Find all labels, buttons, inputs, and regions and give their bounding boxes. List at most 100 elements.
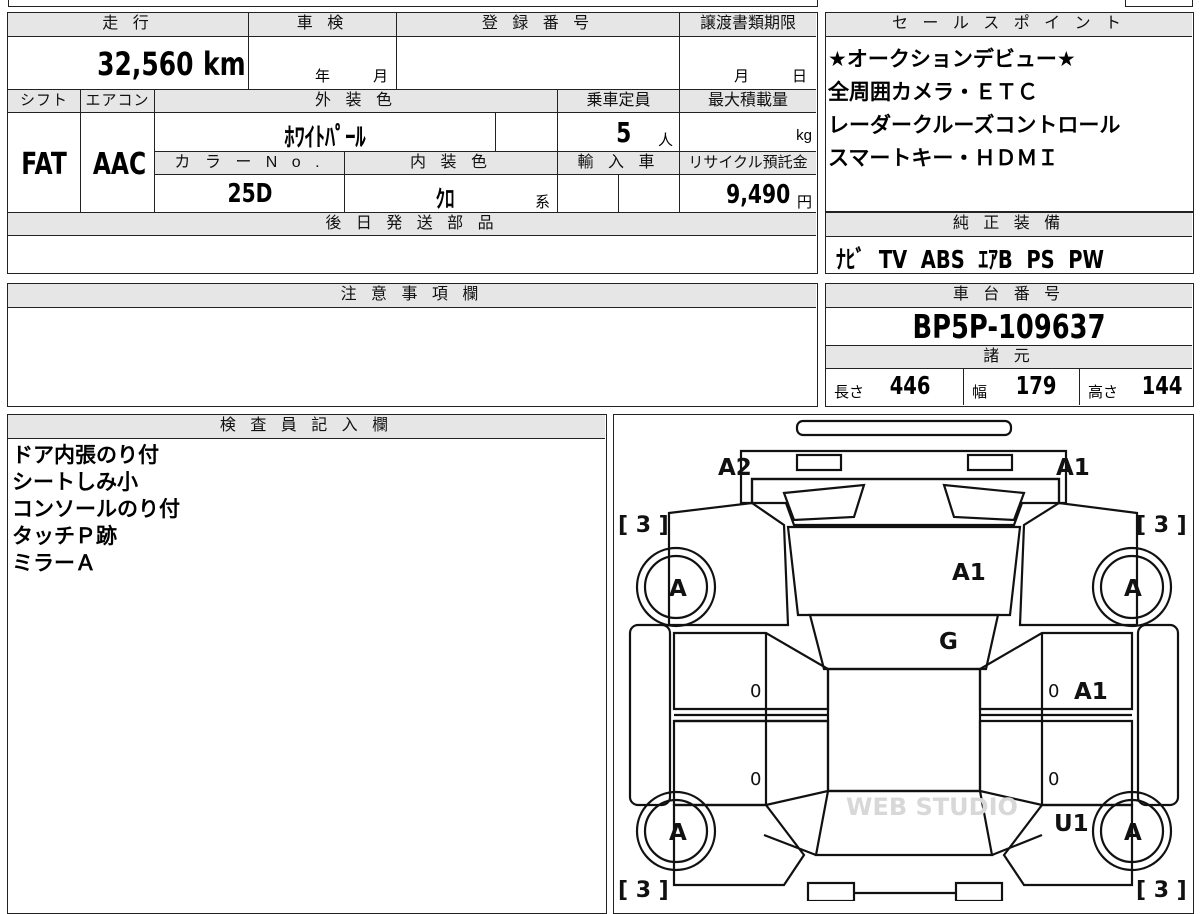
interior-color-value: ｸﾛ [435,185,455,213]
capacity-header: 乗車定員 [558,90,680,113]
mark-tire-rr: A [1124,820,1142,846]
mark-tire-fr: A [1124,576,1142,602]
sales-point-line-3: レーダークルーズコントロール [828,113,1121,137]
rear-bumper-right [954,881,1004,901]
transfer-deadline-header: 譲渡書類期限 [680,13,816,37]
top-strip-right [1125,0,1193,7]
door-left-rear [672,719,830,807]
watermark: WEB STUDIO [846,793,1018,821]
max-load-unit: kg [796,127,812,144]
sales-point-line-1: ★オークションデビュー★ [828,47,1076,71]
top-strip [8,0,818,7]
spec-height-value: 144 [1141,371,1183,400]
cabin [826,667,982,793]
shaken-cell: 年 月 [249,37,397,90]
mark-door-r2: 0 [1048,769,1059,790]
front-fender-right [1018,501,1139,627]
deadline-month-unit: 月 [734,68,750,85]
spec-length-value: 446 [889,371,931,400]
spec-length-label: 長さ [834,384,865,401]
equipment-value: ﾅﾋﾞ TV ABS ｴｱB PS PW [836,245,1105,274]
mileage-unit: km [203,45,246,83]
inspector-header: 検 査 員 記 入 欄 [8,415,605,439]
color-no-cell: 25D [155,175,345,212]
headlight-left [795,453,843,472]
inspector-line-3: コンソールのり付 [12,497,180,521]
mark-tread-rr: [ 3 ] [1136,878,1187,901]
front-bumper [739,449,1068,505]
mark-rear-right: U1 [1054,811,1089,837]
deadline-day-unit: 日 [792,68,808,85]
color-no-value: 25D [227,179,273,209]
interior-color-suffix: 系 [535,194,551,211]
front-plate-outline [795,419,1013,437]
front-fender-left [667,501,790,627]
capacity-cell: 5 人 [558,113,680,152]
capacity-value: 5 [616,116,632,149]
chassis-header: 車 台 番 号 [826,284,1192,308]
exterior-color-header: 外 装 色 [155,90,558,113]
recycle-cell: 9,490 円 [680,175,816,212]
damage-diagram-box: A2 A1 A1 G A1 U1 A A A A [ 3 ] [ 3 ] [ 3… [613,414,1194,914]
vehicle-info-table: 走 行 車 検 登 録 番 号 譲渡書類期限 32,560 km 年 月 月 日… [7,12,818,274]
chassis-box: 車 台 番 号 BP5P-109637 諸 元 長さ 446 幅 179 高さ … [825,283,1194,407]
notes-box: 注 意 事 項 欄 [7,283,818,407]
aircon-value: AAC [92,147,147,182]
sales-points-box: セ ー ル ス ポ イ ン ト ★オークションデビュー★ 全周囲カメラ・ＥＴＣ … [825,12,1194,212]
aircon-header: エアコン [81,90,155,113]
import-header: 輸 入 車 [558,152,680,175]
recycle-value: 9,490 [725,180,790,210]
import-cell-b [619,175,680,212]
inspector-line-1: ドア内張のり付 [12,443,159,467]
sill-left [628,623,672,807]
shift-value: FAT [21,147,67,182]
transfer-deadline-cell: 月 日 [680,37,816,90]
registration-cell [397,37,680,90]
mileage-cell: 32,560 km [8,37,249,90]
shaken-header: 車 検 [249,13,397,37]
car-diagram: A2 A1 A1 G A1 U1 A A A A [ 3 ] [ 3 ] [ 3… [618,419,1187,901]
mark-front-left: A2 [718,455,752,481]
inspector-box: 検 査 員 記 入 欄 ドア内張のり付 シートしみ小 コンソールのり付 タッチＰ… [7,414,607,914]
exterior-color-value: ﾎﾜｲﾄﾊﾟｰﾙ [284,123,366,153]
interior-color-header: 内 装 色 [345,152,558,175]
headlight-right [966,453,1014,472]
interior-color-cell: ｸﾛ 系 [345,175,558,213]
aircon-cell: AAC [81,113,155,212]
shaken-year-unit: 年 [315,68,331,85]
mark-tire-fl: A [669,576,687,602]
inspector-line-2: シートしみ小 [12,470,138,494]
inspector-line-4: タッチＰ跡 [12,524,117,548]
max-load-cell: kg [680,113,816,152]
roof [808,613,1000,671]
chassis-value: BP5P-109637 [912,307,1106,346]
mark-front-right: A1 [1056,455,1090,481]
spec-length: 長さ 446 [826,369,964,405]
shaken-month-unit: 月 [373,68,389,85]
capacity-unit: 人 [658,132,674,149]
mileage-header: 走 行 [8,13,249,37]
recycle-header: リサイクル預託金 [680,152,816,175]
max-load-header: 最大積載量 [680,90,816,113]
spec-height-label: 高さ [1088,384,1119,401]
specs-header: 諸 元 [826,345,1192,369]
hood-outline [750,477,1061,527]
spec-width-label: 幅 [972,384,988,401]
mark-door-l1: 0 [750,681,761,702]
hood-vent-left [782,483,866,522]
equipment-header: 純 正 装 備 [826,213,1192,237]
rear-bumper-left [806,881,856,901]
shift-cell: FAT [8,113,81,212]
color-no-header: カ ラ ー N o . [155,152,345,175]
equipment-box: 純 正 装 備 ﾅﾋﾞ TV ABS ｴｱB PS PW [825,212,1194,274]
mark-tread-fl: [ 3 ] [618,513,669,538]
mark-tread-fr: [ 3 ] [1136,513,1187,538]
sill-right [1136,623,1180,807]
inspector-line-5: ミラーＡ [12,551,96,575]
spec-width: 幅 179 [964,369,1080,405]
spec-height: 高さ 144 [1080,369,1192,405]
sales-point-line-4: スマートキー・ＨＤＭＩ [828,146,1059,170]
shift-header: シフト [8,90,81,113]
recycle-unit: 円 [796,194,812,211]
mark-door-r1: 0 [1048,681,1059,702]
